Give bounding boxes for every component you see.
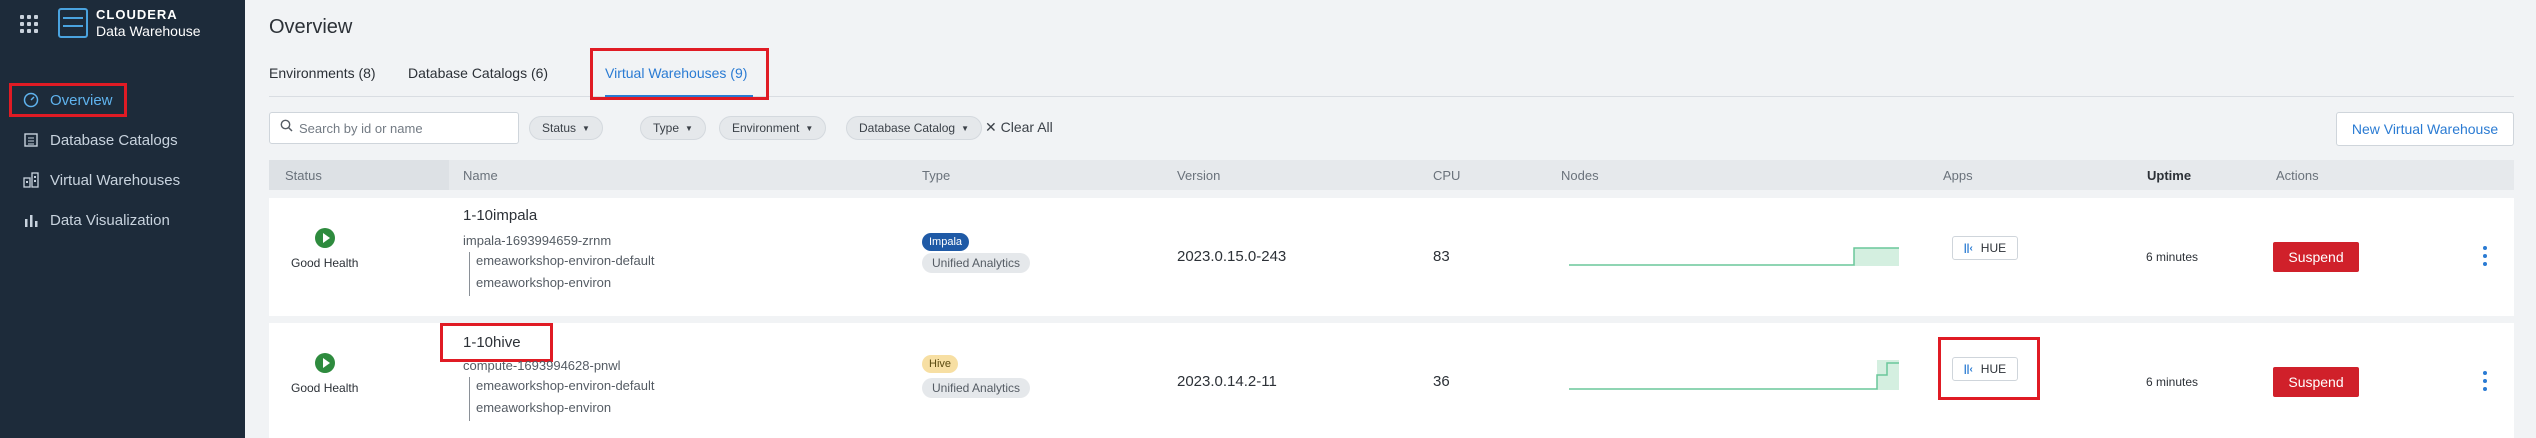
- highlight-box-tab: [590, 48, 769, 100]
- brand-name: CLOUDERA: [96, 7, 178, 22]
- sidebar-item-label: Database Catalogs: [50, 131, 178, 149]
- uptime: 6 minutes: [2146, 250, 2199, 264]
- warehouse-icon: [22, 171, 40, 189]
- environment-default: emeaworkshop-environ-default: [469, 377, 654, 399]
- sidebar: CLOUDERA Data Warehouse Overview Databas…: [0, 0, 245, 438]
- tab-environments[interactable]: Environments (8): [269, 65, 376, 81]
- environment-name: emeaworkshop-environ: [469, 274, 611, 296]
- filter-label: Database Catalog: [859, 121, 956, 135]
- filter-environment[interactable]: Environment ▼: [719, 116, 827, 140]
- clear-all-button[interactable]: ✕ Clear All: [985, 119, 1053, 136]
- header-name[interactable]: Name: [463, 168, 498, 183]
- status-text: Good Health: [291, 256, 359, 270]
- app-label: HUE: [1980, 362, 2007, 376]
- bar-chart-icon: [22, 211, 40, 229]
- header-type[interactable]: Type: [922, 168, 950, 183]
- hue-app-button[interactable]: ||‹ HUE: [1952, 236, 2018, 260]
- good-health-icon: [315, 353, 335, 373]
- header-uptime[interactable]: Uptime: [2147, 168, 2191, 183]
- filter-database-catalog[interactable]: Database Catalog ▼: [846, 116, 982, 140]
- header-version[interactable]: Version: [1177, 168, 1220, 183]
- caret-down-icon: ▼: [582, 123, 590, 133]
- suspend-button[interactable]: Suspend: [2273, 242, 2359, 272]
- version: 2023.0.15.0-243: [1177, 248, 1287, 265]
- uptime: 6 minutes: [2146, 375, 2199, 389]
- good-health-icon: [315, 228, 335, 248]
- search-box[interactable]: [269, 112, 519, 144]
- status-text: Good Health: [291, 381, 359, 395]
- sidebar-item-database-catalogs[interactable]: Database Catalogs: [0, 120, 245, 160]
- search-input[interactable]: [299, 120, 509, 136]
- main-content: Overview Environments (8) Database Catal…: [245, 0, 2536, 438]
- hue-icon: ||‹: [1963, 363, 1973, 375]
- table-row[interactable]: Good Health 1-10impala impala-1693994659…: [269, 198, 2514, 316]
- more-actions-icon[interactable]: [2482, 371, 2488, 391]
- new-virtual-warehouse-button[interactable]: New Virtual Warehouse: [2336, 112, 2514, 146]
- page-title: Overview: [269, 16, 353, 38]
- sidebar-item-virtual-warehouses[interactable]: Virtual Warehouses: [0, 160, 245, 200]
- sidebar-item-label: Data Visualization: [50, 211, 170, 229]
- highlight-box-overview: [9, 83, 127, 117]
- hue-app-button[interactable]: ||‹ HUE: [1952, 357, 2018, 381]
- warehouse-id: compute-1693994628-pnwl: [463, 358, 621, 373]
- suspend-button[interactable]: Suspend: [2273, 367, 2359, 397]
- header-nodes[interactable]: Nodes: [1561, 168, 1599, 183]
- hue-icon: ||‹: [1963, 242, 1973, 254]
- sidebar-nav: Overview Database Catalogs Virtual Wareh…: [0, 80, 245, 240]
- warehouse-name[interactable]: 1-10hive: [463, 334, 521, 351]
- data-warehouse-logo-icon: [58, 8, 88, 38]
- type-badge: Impala: [922, 233, 970, 251]
- caret-down-icon: ▼: [805, 123, 814, 133]
- tab-bar: Environments (8) Database Catalogs (6) V…: [269, 48, 2514, 100]
- cpu-count: 83: [1433, 248, 1450, 265]
- brand: CLOUDERA Data Warehouse: [20, 7, 201, 39]
- type-badge: Hive: [922, 355, 959, 373]
- environment-name: emeaworkshop-environ: [469, 399, 611, 421]
- search-icon: [280, 119, 293, 137]
- filter-label: Environment: [732, 121, 800, 135]
- filter-type[interactable]: Type ▼: [640, 116, 706, 140]
- nodes-sparkline: [1569, 360, 1899, 395]
- table-row[interactable]: Good Health 1-10hive compute-1693994628-…: [269, 323, 2514, 438]
- header-apps[interactable]: Apps: [1943, 168, 1973, 183]
- brand-product: Data Warehouse: [96, 23, 201, 39]
- app-label: HUE: [1980, 241, 2007, 255]
- clear-all-label: Clear All: [1000, 119, 1053, 135]
- close-icon: ✕: [985, 119, 997, 135]
- nodes-sparkline: [1569, 228, 1899, 271]
- unified-analytics-badge: Unified Analytics: [922, 378, 1031, 398]
- filter-status[interactable]: Status ▼: [529, 116, 603, 140]
- app-switcher-icon[interactable]: [20, 15, 38, 33]
- unified-analytics-badge: Unified Analytics: [922, 253, 1031, 273]
- filter-label: Type: [653, 121, 680, 135]
- header-cpu[interactable]: CPU: [1433, 168, 1460, 183]
- header-status[interactable]: Status: [269, 160, 449, 190]
- warehouse-id: impala-1693994659-zrnm: [463, 233, 612, 248]
- caret-down-icon: ▼: [685, 123, 693, 133]
- more-actions-icon[interactable]: [2482, 246, 2488, 266]
- sidebar-item-overview[interactable]: Overview: [0, 80, 245, 120]
- cpu-count: 36: [1433, 373, 1450, 390]
- catalog-icon: [22, 131, 40, 149]
- warehouse-table: Status Name Type Version CPU Nodes Apps …: [269, 160, 2514, 438]
- version: 2023.0.14.2-11: [1177, 373, 1277, 390]
- environment-default: emeaworkshop-environ-default: [469, 252, 654, 274]
- sidebar-item-data-visualization[interactable]: Data Visualization: [0, 200, 245, 240]
- table-header: Status Name Type Version CPU Nodes Apps …: [269, 160, 2514, 190]
- filter-label: Status: [542, 121, 577, 135]
- caret-down-icon: ▼: [961, 123, 969, 133]
- header-actions: Actions: [2276, 168, 2319, 183]
- filter-toolbar: Status ▼ Type ▼ Environment ▼ Database Cata…: [269, 112, 2514, 146]
- tab-database-catalogs[interactable]: Database Catalogs (6): [408, 65, 548, 81]
- sidebar-item-label: Virtual Warehouses: [50, 171, 181, 189]
- warehouse-name[interactable]: 1-10impala: [463, 207, 537, 224]
